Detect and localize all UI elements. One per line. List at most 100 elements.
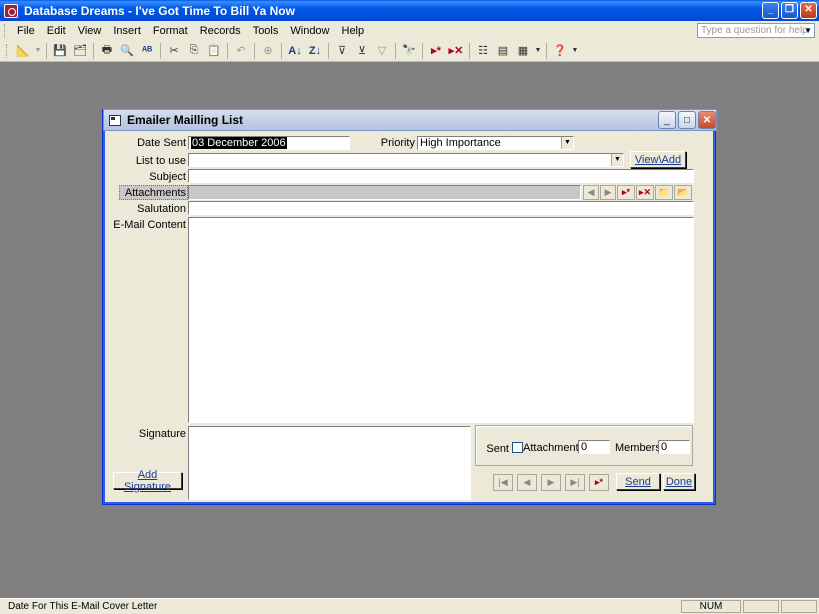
search-files-icon[interactable]: 🗂 (71, 42, 89, 60)
attachments-count-field[interactable]: 0 (578, 440, 610, 454)
filter-by-form-icon[interactable]: ⊻ (353, 42, 371, 60)
chevron-down-icon[interactable]: ▼ (34, 42, 42, 60)
toolbar-separator (281, 42, 282, 59)
list-label: List to use (135, 155, 186, 167)
toolbar-separator (93, 42, 94, 59)
menubar: File Edit View Insert Format Records Too… (0, 21, 819, 40)
date-sent-field[interactable]: 03 December 2006 (188, 136, 350, 150)
restore-button[interactable]: ❐ (781, 2, 798, 19)
delete-attachment-button[interactable]: ▸✕ (636, 185, 654, 200)
menu-help[interactable]: Help (336, 25, 371, 37)
menu-edit[interactable]: Edit (41, 25, 72, 37)
next-attachment-button[interactable]: ▶ (600, 185, 616, 200)
question-box[interactable]: Type a question for help ▼ (697, 23, 815, 38)
spelling-icon[interactable]: ᴬᴮ (138, 42, 156, 60)
toolbar-grip[interactable] (6, 43, 9, 58)
find-icon[interactable]: 🔭 (400, 42, 418, 60)
menu-records[interactable]: Records (194, 25, 247, 37)
priority-value: High Importance (420, 137, 501, 149)
new-attachment-button[interactable]: ▸* (617, 185, 635, 200)
toolbar-options-icon[interactable]: ▼ (571, 42, 579, 60)
email-content-textarea[interactable] (188, 217, 694, 423)
toolbar-separator (160, 42, 161, 59)
toolbar-separator (422, 42, 423, 59)
add-folder-icon[interactable]: 📁 (655, 185, 673, 200)
list-select[interactable]: ▼ (188, 153, 624, 167)
status-cell (781, 600, 817, 613)
cut-icon[interactable]: ✂ (165, 42, 183, 60)
save-icon[interactable]: 💾 (51, 42, 69, 60)
previous-attachment-button[interactable]: ◀ (583, 185, 599, 200)
form-minimize-button[interactable]: _ (658, 111, 676, 129)
filter-by-selection-icon[interactable]: ⊽ (333, 42, 351, 60)
undo-icon[interactable]: ↶ (232, 42, 250, 60)
add-signature-button[interactable]: Add Signature (113, 469, 182, 493)
send-button[interactable]: Send (616, 473, 660, 490)
menu-tools[interactable]: Tools (247, 25, 285, 37)
new-object-icon[interactable]: ▦ (514, 42, 532, 60)
toolbar: 📐 ▼ 💾 🗂 🖶 🔍 ᴬᴮ ✂ ⎘ 📋 ↶ ⊕ A↓ Z↓ ⊽ ⊻ ▽ 🔭 ▸… (0, 40, 819, 62)
open-folder-icon[interactable]: 📂 (674, 185, 692, 200)
done-button[interactable]: Done (663, 473, 695, 490)
print-icon[interactable]: 🖶 (98, 42, 116, 60)
priority-label: Priority (380, 137, 415, 149)
paste-icon[interactable]: 📋 (205, 42, 223, 60)
first-record-button[interactable]: |◀ (493, 474, 513, 491)
menu-insert[interactable]: Insert (107, 25, 147, 37)
statusbar: Date For This E-Mail Cover Letter NUM (0, 598, 819, 614)
sort-ascending-icon[interactable]: A↓ (286, 42, 304, 60)
last-record-button[interactable]: ▶| (565, 474, 585, 491)
members-count-field[interactable]: 0 (658, 440, 690, 454)
chevron-down-icon[interactable]: ▼ (804, 24, 812, 37)
delete-record-icon[interactable]: ▸✕ (447, 42, 465, 60)
close-button[interactable]: ✕ (800, 2, 817, 19)
subject-input[interactable] (188, 169, 694, 183)
sent-checkbox[interactable] (512, 442, 523, 453)
hyperlink-icon[interactable]: ⊕ (259, 42, 277, 60)
help-icon[interactable]: ❓ (551, 42, 569, 60)
date-sent-label: Date Sent (137, 137, 186, 149)
sent-label: Sent (486, 443, 509, 455)
design-view-icon[interactable]: 📐 (14, 42, 32, 60)
toolbar-separator (46, 42, 47, 59)
toolbar-separator (227, 42, 228, 59)
form-close-button[interactable]: ✕ (698, 111, 716, 129)
salutation-label: Salutation (137, 203, 186, 215)
priority-select[interactable]: High Importance ▼ (417, 136, 574, 150)
salutation-input[interactable] (188, 201, 694, 215)
attachments-count-label: Attachments (523, 442, 585, 454)
next-record-button[interactable]: ▶ (541, 474, 561, 491)
question-placeholder: Type a question for help (701, 25, 808, 36)
chevron-down-icon[interactable]: ▼ (534, 42, 542, 60)
apply-filter-icon[interactable]: ▽ (373, 42, 391, 60)
form-maximize-button[interactable]: □ (678, 111, 696, 129)
menu-format[interactable]: Format (147, 25, 194, 37)
menu-window[interactable]: Window (284, 25, 335, 37)
app-title: Database Dreams - I've Got Time To Bill … (24, 3, 295, 18)
toolbar-separator (254, 42, 255, 59)
chevron-down-icon[interactable]: ▼ (561, 137, 573, 149)
sort-descending-icon[interactable]: Z↓ (306, 42, 324, 60)
signature-label: Signature (138, 428, 186, 440)
attachments-subform[interactable] (188, 185, 581, 200)
chevron-down-icon[interactable]: ▼ (611, 154, 623, 166)
properties-icon[interactable]: ☷ (474, 42, 492, 60)
previous-record-button[interactable]: ◀ (517, 474, 537, 491)
menu-file[interactable]: File (11, 25, 41, 37)
menu-view[interactable]: View (72, 25, 108, 37)
database-window-icon[interactable]: ▤ (494, 42, 512, 60)
email-content-label: E-Mail Content (113, 219, 186, 231)
signature-textarea[interactable] (188, 426, 471, 500)
view-add-button[interactable]: View\Add (630, 151, 686, 168)
form-body: Date Sent 03 December 2006 Priority High… (107, 132, 713, 501)
form-icon[interactable] (109, 114, 121, 126)
status-cell (743, 600, 779, 613)
new-record-button[interactable]: ▸* (589, 474, 609, 491)
access-app-icon[interactable] (4, 3, 18, 18)
print-preview-icon[interactable]: 🔍 (118, 42, 136, 60)
status-num: NUM (681, 600, 741, 613)
copy-icon[interactable]: ⎘ (185, 42, 203, 60)
menubar-grip[interactable] (4, 23, 7, 38)
new-record-icon[interactable]: ▸* (427, 42, 445, 60)
minimize-button[interactable]: _ (762, 2, 779, 19)
